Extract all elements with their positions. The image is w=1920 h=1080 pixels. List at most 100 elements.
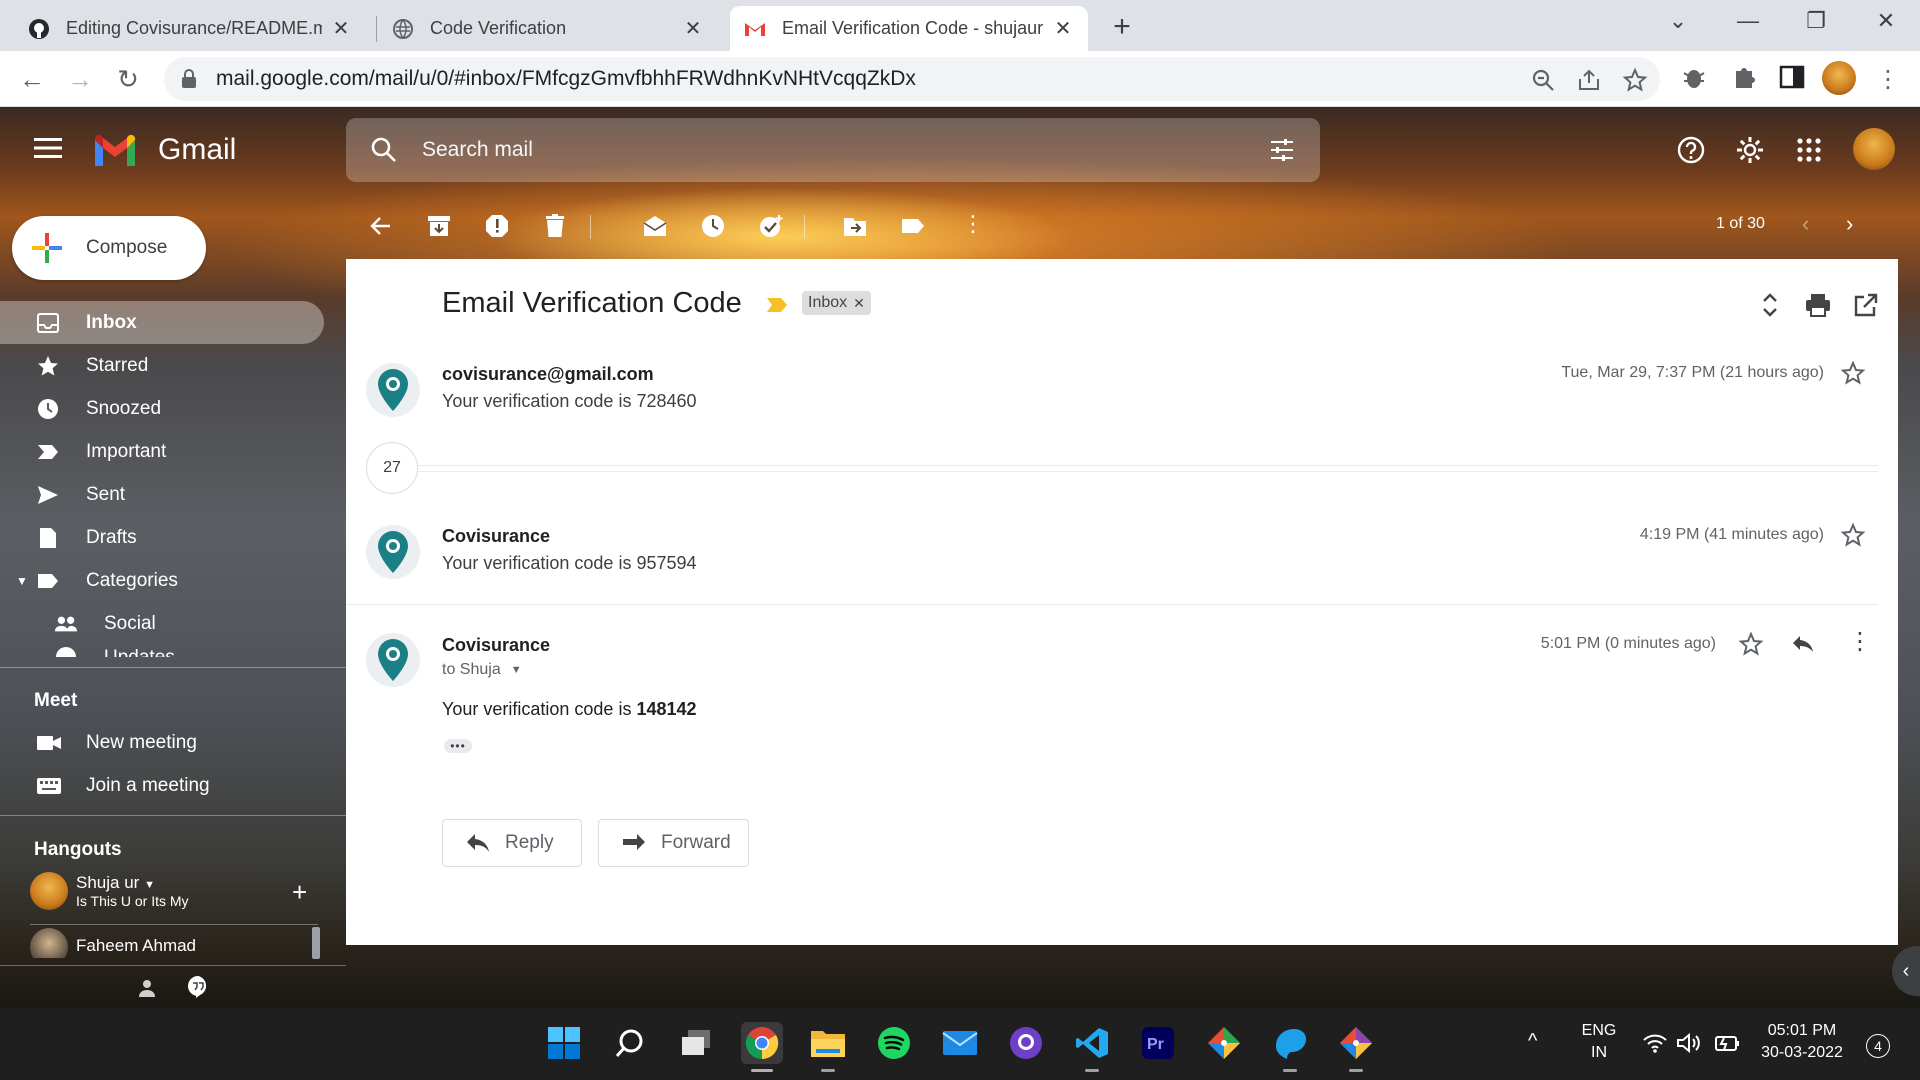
print-icon[interactable] [1804,291,1832,319]
label-tag-icon[interactable] [900,213,926,239]
more-options-icon[interactable]: ⋮ [962,211,984,237]
snooze-icon[interactable] [700,213,726,239]
sidebar-item-important[interactable]: Important [0,430,324,473]
search-bar[interactable] [346,118,1320,182]
inbox-label-chip[interactable]: Inbox ✕ [802,291,871,315]
add-to-tasks-icon[interactable] [758,213,784,239]
back-to-inbox-icon[interactable] [368,213,394,239]
add-contact-icon[interactable]: + [292,877,307,908]
extensions-puzzle-icon[interactable] [1730,63,1758,91]
sidebar-item-inbox[interactable]: Inbox [0,301,324,344]
close-window-button[interactable]: ✕ [1866,8,1906,34]
open-new-window-icon[interactable] [1852,291,1880,319]
move-to-icon[interactable] [842,213,868,239]
star-icon[interactable] [1840,360,1866,386]
wifi-icon[interactable] [1642,1032,1668,1054]
chrome-icon[interactable] [741,1022,783,1072]
side-panel-icon[interactable] [1778,63,1806,91]
sidebar-item-sent[interactable]: Sent [0,473,324,516]
search-icon[interactable] [370,136,398,164]
tab-search-icon[interactable]: ⌄ [1658,8,1698,34]
hangouts-chat-icon[interactable] [186,975,210,999]
older-chevron-icon[interactable]: › [1846,211,1853,237]
expand-arrow-icon[interactable]: ▼ [16,574,28,588]
address-bar[interactable]: mail.google.com/mail/u/0/#inbox/FMfcgzGm… [164,57,1660,101]
important-marker-icon[interactable] [766,297,788,313]
restore-button[interactable]: ❐ [1796,8,1836,34]
join-meeting-button[interactable]: Join a meeting [0,766,210,806]
hangouts-scrollbar[interactable] [312,927,320,959]
show-details-arrow-icon[interactable]: ▼ [511,664,522,676]
report-spam-icon[interactable] [484,213,510,239]
chrome-menu-icon[interactable]: ⋮ [1870,61,1906,97]
mysql-workbench-icon[interactable] [1269,1022,1311,1072]
windows-start-icon[interactable] [543,1022,585,1064]
newer-chevron-icon[interactable]: ‹ [1802,211,1809,237]
archive-icon[interactable] [426,213,452,239]
more-actions-icon[interactable]: ⋮ [1848,627,1872,656]
bookmark-star-icon[interactable] [1622,67,1648,93]
delete-icon[interactable] [542,213,568,239]
show-trimmed-content-button[interactable]: ••• [444,739,472,753]
file-explorer-icon[interactable] [807,1022,849,1072]
hangouts-contact[interactable]: Faheem Ahmad [30,928,196,958]
close-tab-icon[interactable]: ✕ [1052,16,1074,41]
github-desktop-icon[interactable] [1005,1022,1047,1064]
clock[interactable]: 05:01 PM 30-03-2022 [1752,1022,1852,1062]
mail-icon[interactable] [939,1022,981,1064]
minimize-button[interactable]: — [1728,8,1768,34]
new-tab-button[interactable]: + [1108,10,1136,44]
show-hidden-icons[interactable]: ^ [1528,1030,1537,1053]
tab-code-verification[interactable]: Code Verification ✕ [378,6,718,51]
profile-avatar[interactable] [1822,61,1856,95]
new-meeting-button[interactable]: New meeting [0,723,197,763]
notification-count-badge[interactable]: 4 [1866,1034,1890,1058]
help-icon[interactable] [1676,135,1706,165]
search-icon[interactable] [609,1022,651,1064]
sidebar-item-categories[interactable]: ▼ Categories [0,559,324,602]
close-tab-icon[interactable]: ✕ [330,16,352,41]
back-button[interactable]: ← [14,61,50,97]
close-tab-icon[interactable]: ✕ [682,16,704,41]
task-view-icon[interactable] [675,1022,717,1064]
gmail-logo-icon[interactable] [92,134,138,168]
bug-extension-icon[interactable] [1680,63,1708,91]
compose-button[interactable]: Compose [12,216,206,280]
spotify-icon[interactable] [873,1022,915,1064]
volume-icon[interactable] [1676,1032,1704,1054]
git-icon[interactable] [1335,1022,1377,1072]
reply-arrow-icon[interactable] [1790,631,1816,657]
hangouts-contact[interactable]: Shuja ur ▼ Is This U or Its My [30,872,189,910]
sidebar-item-updates[interactable]: Updates [0,639,324,657]
forward-button[interactable]: Forward [598,819,749,867]
sidebar-item-drafts[interactable]: Drafts [0,516,324,559]
google-apps-icon[interactable] [1794,135,1824,165]
vscode-icon[interactable] [1071,1022,1113,1072]
git-icon[interactable] [1203,1022,1245,1064]
input-language[interactable]: ENG IN [1576,1022,1622,1062]
remove-label-icon[interactable]: ✕ [853,295,865,312]
zoom-icon[interactable] [1530,67,1556,93]
expand-all-icon[interactable] [1756,291,1784,319]
search-options-icon[interactable] [1268,136,1296,164]
reply-button[interactable]: Reply [442,819,582,867]
settings-gear-icon[interactable] [1735,135,1765,165]
share-icon[interactable] [1576,67,1602,93]
sidebar-item-snoozed[interactable]: Snoozed [0,387,324,430]
star-icon[interactable] [1840,522,1866,548]
premiere-pro-icon[interactable]: Pr [1137,1022,1179,1064]
sidebar-item-starred[interactable]: Starred [0,344,324,387]
search-input[interactable] [422,138,1222,162]
tab-readme[interactable]: Editing Covisurance/README.md ✕ [14,6,366,51]
main-menu-icon[interactable] [34,137,62,159]
mark-unread-icon[interactable] [642,213,668,239]
reload-button[interactable]: ↻ [110,61,146,97]
forward-button[interactable]: → [62,61,98,97]
collapsed-messages-count[interactable]: 27 [366,442,418,494]
account-avatar[interactable] [1853,128,1895,170]
contacts-person-icon[interactable] [136,977,158,999]
tab-email-verification[interactable]: Email Verification Code - shujaur ✕ [730,6,1088,51]
star-icon[interactable] [1738,631,1764,657]
recipient-line[interactable]: to Shuja ▼ [442,661,522,679]
battery-charging-icon[interactable] [1712,1032,1740,1054]
